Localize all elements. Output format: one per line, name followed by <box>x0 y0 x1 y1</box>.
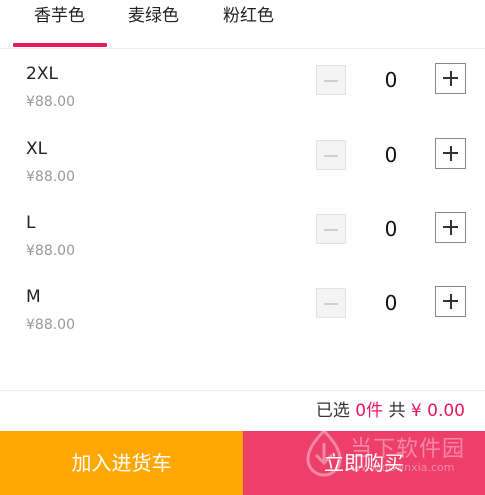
price-label: ¥88.00 <box>26 243 75 259</box>
decrement-button[interactable] <box>316 65 346 95</box>
tab-color-pink[interactable]: 粉红色 <box>223 4 274 28</box>
tab-color-wheat-green[interactable]: 麦绿色 <box>128 4 179 28</box>
price-label: ¥88.00 <box>26 94 75 110</box>
size-label: XL <box>26 139 48 159</box>
increment-button[interactable] <box>435 212 466 243</box>
price-label: ¥88.00 <box>26 317 75 333</box>
size-label: 2XL <box>26 64 58 84</box>
quantity-value: 0 <box>384 68 398 92</box>
size-row-m: M ¥88.00 0 <box>0 286 485 360</box>
decrement-button[interactable] <box>316 288 346 318</box>
increment-button[interactable] <box>435 138 466 169</box>
increment-button[interactable] <box>435 63 466 94</box>
size-label: M <box>26 287 41 307</box>
buy-now-button[interactable]: 立即购买 <box>243 431 485 495</box>
total-prefix: 共 <box>388 401 406 421</box>
size-label: L <box>26 213 36 233</box>
tab-color-taro[interactable]: 香芋色 <box>34 4 85 28</box>
selected-prefix: 已选 <box>315 401 350 421</box>
selected-count: 0件 <box>355 401 384 421</box>
selection-summary: 已选 0件 共 ¥ 0.00 <box>316 400 465 422</box>
increment-button[interactable] <box>435 286 466 317</box>
size-row-xl: XL ¥88.00 0 <box>0 138 485 212</box>
color-tabs: 香芋色 麦绿色 粉红色 <box>0 0 485 49</box>
quantity-value: 0 <box>384 143 398 167</box>
decrement-button[interactable] <box>316 140 346 170</box>
total-amount: ¥ 0.00 <box>410 401 465 421</box>
active-tab-indicator <box>13 43 107 47</box>
size-row-2xl: 2XL ¥88.00 0 <box>0 63 485 137</box>
price-label: ¥88.00 <box>26 169 75 185</box>
decrement-button[interactable] <box>316 214 346 244</box>
size-row-l: L ¥88.00 0 <box>0 212 485 286</box>
summary-divider <box>0 390 485 391</box>
quantity-value: 0 <box>384 217 398 241</box>
quantity-value: 0 <box>384 291 398 315</box>
add-to-cart-button[interactable]: 加入进货车 <box>0 431 243 495</box>
